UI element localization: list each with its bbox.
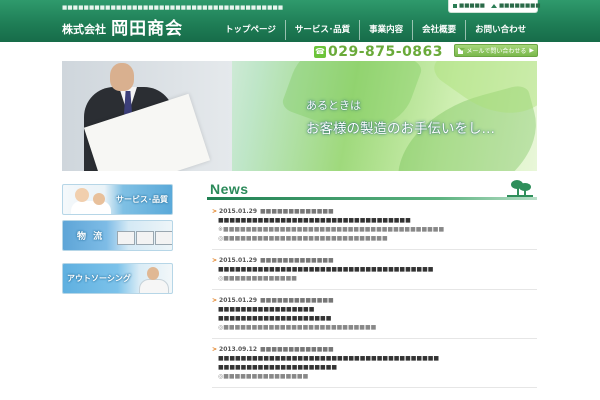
sidebar-banner-outsourcing-label: アウトソーシング — [67, 274, 131, 283]
mail-icon — [458, 47, 466, 54]
news-text: ※■■■■■■■■■■■■■■■■■■■■■■■■■■■■■■■■■■■■■■■ — [218, 226, 445, 233]
news-list: >2015.01.29 ■■■■■■■■■■■■■ ■■■■■■■■■■■■■■■… — [212, 207, 537, 394]
nav-top-page[interactable]: トップページ — [216, 20, 286, 40]
news-date: 2013.09.12 — [219, 346, 257, 353]
news-category: ■■■■■■■■■■■■■ — [260, 346, 334, 353]
nav-services-quality[interactable]: サービス･品質 — [286, 20, 361, 40]
news-text: ■■■■■■■■■■■■■■■■■■■■ — [218, 315, 332, 322]
news-category: ■■■■■■■■■■■■■ — [260, 208, 334, 215]
top-link-2-label: ■■■■■■■■ — [498, 3, 541, 9]
mail-contact-button[interactable]: メールで問い合わせる ▶ — [454, 44, 538, 57]
news-text: ◎■■■■■■■■■■■■■■■■■■■■■■■■■■■ — [218, 324, 377, 331]
sidebar-banner-logistics-label: 物 流 — [77, 232, 105, 242]
truck-icon — [155, 231, 172, 245]
news-meta: >2015.01.29 ■■■■■■■■■■■■■ — [212, 256, 537, 265]
news-text: ■■■■■■■■■■■■■■■■■ — [218, 306, 315, 313]
sidebar-banner-services-label: サービス･品質 — [116, 195, 168, 204]
hero-caption-line2: お客様の製造のお手伝いをし… — [306, 121, 495, 137]
tree-icon — [507, 180, 533, 197]
news-item[interactable]: >2015.01.29 ■■■■■■■■■■■■■ ■■■■■■■■■■■■■■■… — [212, 296, 537, 339]
news-text: ■■■■■■■■■■■■■■■■■■■■■ — [218, 364, 338, 371]
news-meta: >2015.01.29 ■■■■■■■■■■■■■ — [212, 207, 537, 216]
news-meta: >2015.01.29 ■■■■■■■■■■■■■ — [212, 296, 537, 305]
news-item[interactable]: >2013.09.12 ■■■■■■■■■■■■■ ■■■■■■■■■■■■■■■… — [212, 345, 537, 388]
top-utility-links: ■■■■■ ■■■■■■■■ — [448, 0, 541, 13]
news-title: News — [210, 181, 249, 197]
news-header: News — [207, 178, 537, 202]
contact-bar: ☎ 029-875-0863 メールで問い合わせる ▶ — [314, 43, 538, 60]
news-date: 2015.01.29 — [219, 208, 257, 215]
trucks-photo — [117, 231, 172, 249]
chevron-right-icon: > — [212, 297, 218, 304]
header-band: ■■■■■■■■■■■■■■■■■■■■■■■■■■■■■■■■■■■■■■■■… — [0, 0, 600, 42]
worker-photo-head — [147, 267, 159, 280]
news-item[interactable]: >2015.01.29 ■■■■■■■■■■■■■ ■■■■■■■■■■■■■■■… — [212, 207, 537, 250]
nav-business[interactable]: 事業内容 — [360, 20, 414, 40]
sidebar-banner-services[interactable]: サービス･品質 — [62, 184, 173, 215]
news-category: ■■■■■■■■■■■■■ — [260, 297, 334, 304]
chevron-right-icon: > — [212, 208, 218, 215]
company-prefix: 株式会社 — [62, 23, 106, 36]
nav-contact[interactable]: お問い合わせ — [466, 20, 535, 40]
page: ■■■■■■■■■■■■■■■■■■■■■■■■■■■■■■■■■■■■■■■■… — [0, 0, 600, 400]
top-link-1-label: ■■■■■ — [459, 3, 485, 9]
news-text: ◎■■■■■■■■■■■■■ — [218, 275, 297, 282]
family-photo-person — [93, 193, 105, 205]
family-photo-person — [75, 188, 89, 202]
chevron-right-icon: > — [212, 257, 218, 264]
phone-number[interactable]: 029-875-0863 — [328, 44, 443, 60]
mail-contact-label: メールで問い合わせる — [466, 48, 527, 55]
hero-businessman-head — [110, 63, 134, 91]
truck-icon — [117, 231, 135, 245]
top-link-1[interactable]: ■■■■■ — [453, 3, 485, 9]
sidebar-banner-logistics[interactable]: 物 流 — [62, 220, 173, 251]
hero-banner: あるときは お客様の製造のお手伝いをし… — [62, 61, 537, 171]
family-photo — [71, 201, 111, 214]
phone-icon: ☎ — [314, 45, 326, 58]
main-nav: トップページ サービス･品質 事業内容 会社概要 お問い合わせ — [216, 20, 535, 40]
header-tagline: ■■■■■■■■■■■■■■■■■■■■■■■■■■■■■■■■■■■■■■■■… — [62, 5, 284, 11]
news-text: ■■■■■■■■■■■■■■■■■■■■■■■■■■■■■■■■■■■■■■ — [218, 266, 434, 273]
news-date: 2015.01.29 — [219, 297, 257, 304]
square-icon — [453, 4, 457, 8]
truck-icon — [136, 231, 154, 245]
hero-caption-line1: あるときは — [306, 99, 361, 112]
hero-caption: あるときは お客様の製造のお手伝いをし… — [306, 97, 495, 137]
news-text: ◎■■■■■■■■■■■■■■■ — [218, 373, 309, 380]
news-meta: >2013.09.12 ■■■■■■■■■■■■■ — [212, 345, 537, 354]
chevron-right-icon: > — [212, 346, 218, 353]
news-text: ■■■■■■■■■■■■■■■■■■■■■■■■■■■■■■■■■■■■■■■ — [218, 355, 440, 362]
worker-photo — [139, 279, 169, 293]
sidebar-banner-outsourcing[interactable]: アウトソーシング — [62, 263, 173, 294]
company-name: 岡田商会 — [111, 19, 184, 39]
company-logo[interactable]: 株式会社 岡田商会 — [62, 14, 183, 39]
news-item[interactable]: >2015.01.29 ■■■■■■■■■■■■■ ■■■■■■■■■■■■■■■… — [212, 256, 537, 290]
arrow-right-icon: ▶ — [529, 47, 534, 54]
news-text: ◎■■■■■■■■■■■■■■■■■■■■■■■■■■■■■ — [218, 235, 388, 242]
news-divider — [207, 197, 537, 200]
nav-company[interactable]: 会社概要 — [413, 20, 467, 40]
news-date: 2015.01.29 — [219, 257, 257, 264]
news-category: ■■■■■■■■■■■■■ — [260, 257, 334, 264]
triangle-icon — [490, 4, 497, 8]
top-link-2[interactable]: ■■■■■■■■ — [490, 3, 541, 9]
news-text: ■■■■■■■■■■■■■■■■■■■■■■■■■■■■■■■■■■ — [218, 217, 411, 224]
